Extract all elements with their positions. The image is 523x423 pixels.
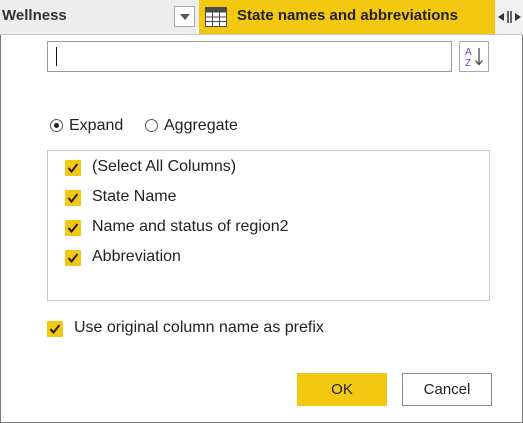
sort-az-icon: A Z bbox=[465, 47, 483, 69]
checkmark-icon bbox=[67, 163, 79, 174]
checkbox[interactable] bbox=[65, 160, 81, 176]
dropdown-arrow-icon[interactable] bbox=[174, 6, 195, 27]
prefix-checkbox[interactable] bbox=[47, 321, 63, 337]
svg-text:A: A bbox=[465, 47, 472, 58]
list-item-label: Abbreviation bbox=[92, 248, 181, 265]
aggregate-label: Aggregate bbox=[164, 117, 238, 134]
checkmark-icon bbox=[67, 253, 79, 264]
ok-button[interactable]: OK bbox=[297, 373, 387, 406]
list-item-label: Name and status of region2 bbox=[92, 218, 289, 235]
previous-column-label: Wellness bbox=[2, 7, 67, 24]
column-header-strip: Wellness State names and abbreviations bbox=[0, 0, 523, 35]
checkbox[interactable] bbox=[65, 250, 81, 266]
expand-label: Expand bbox=[69, 117, 124, 134]
prefix-label: Use original column name as prefix bbox=[74, 319, 324, 336]
search-columns-input[interactable] bbox=[47, 41, 452, 72]
checkbox[interactable] bbox=[65, 190, 81, 206]
expand-column-button[interactable] bbox=[495, 0, 523, 34]
checkmark-icon bbox=[67, 193, 79, 204]
expand-column-icon bbox=[498, 11, 521, 23]
list-item-label: State Name bbox=[92, 188, 177, 205]
cancel-button[interactable]: Cancel bbox=[402, 373, 492, 406]
checkmark-icon bbox=[67, 223, 79, 234]
list-item-label: (Select All Columns) bbox=[92, 158, 237, 175]
expand-radio[interactable] bbox=[50, 119, 63, 132]
checkmark-icon bbox=[49, 324, 61, 335]
table-icon bbox=[205, 7, 227, 27]
checkbox[interactable] bbox=[65, 220, 81, 236]
svg-text:Z: Z bbox=[465, 58, 471, 69]
selected-column-header[interactable]: State names and abbreviations bbox=[199, 0, 495, 34]
sort-button[interactable]: A Z bbox=[459, 41, 489, 72]
previous-column-header[interactable]: Wellness bbox=[0, 0, 200, 34]
selected-column-label: State names and abbreviations bbox=[237, 7, 458, 24]
columns-list: (Select All Columns) State Name Name and… bbox=[47, 150, 490, 301]
aggregate-radio[interactable] bbox=[145, 119, 158, 132]
text-cursor bbox=[56, 47, 57, 66]
